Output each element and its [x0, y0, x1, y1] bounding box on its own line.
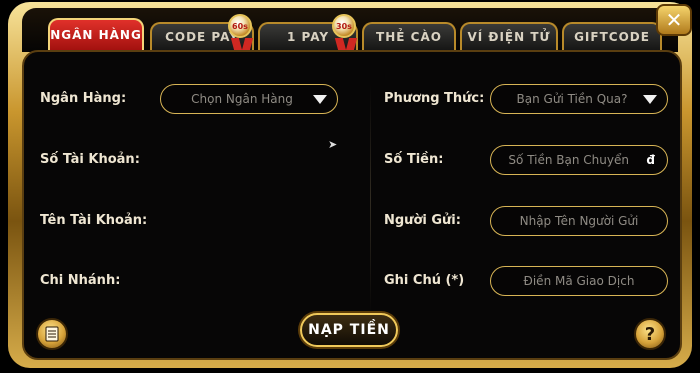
note-input[interactable]: Điền Mã Giao Dịch: [490, 266, 668, 296]
bank-label: Ngân Hàng:: [40, 91, 127, 106]
bank-select-value: Chọn Ngân Hàng: [191, 92, 293, 106]
account-name-label: Tên Tài Khoản:: [40, 213, 148, 228]
question-icon: ?: [644, 323, 656, 345]
document-icon: [45, 326, 59, 342]
mouse-cursor-icon: ➤: [328, 138, 338, 151]
timer-badge-30s: 30s: [332, 14, 356, 38]
note-label: Ghi Chú (*): [384, 273, 465, 288]
submit-label: NẠP TIỀN: [308, 322, 390, 338]
bank-select[interactable]: Chọn Ngân Hàng: [160, 84, 338, 114]
tab-label: CODE PAY: [165, 30, 239, 44]
account-number-label: Số Tài Khoản:: [40, 152, 140, 167]
method-select-value: Bạn Gửi Tiền Qua?: [516, 92, 628, 106]
tab-vi-dien-tu[interactable]: VÍ ĐIỆN TỬ: [460, 22, 558, 50]
sender-label: Người Gửi:: [384, 213, 461, 228]
tab-ngan-hang[interactable]: NGÂN HÀNG: [48, 18, 144, 50]
tab-label: VÍ ĐIỆN TỬ: [467, 30, 551, 44]
history-button[interactable]: [36, 318, 68, 350]
note-placeholder: Điền Mã Giao Dịch: [523, 274, 635, 288]
method-select[interactable]: Bạn Gửi Tiền Qua?: [490, 84, 668, 114]
tab-label: GIFTCODE: [574, 30, 650, 44]
badge-text: 30s: [336, 21, 352, 31]
badge-text: 60s: [232, 21, 248, 31]
tab-label: 1 PAY: [286, 30, 330, 44]
tab-label: THẺ CÀO: [376, 30, 442, 44]
column-divider: [370, 84, 371, 314]
amount-input[interactable]: Số Tiền Bạn Chuyển đ: [490, 145, 668, 175]
sender-input[interactable]: Nhập Tên Người Gửi: [490, 206, 668, 236]
tab-label: NGÂN HÀNG: [50, 28, 142, 42]
branch-label: Chi Nhánh:: [40, 273, 121, 288]
chevron-down-icon: [643, 94, 657, 104]
tab-giftcode[interactable]: GIFTCODE: [562, 22, 662, 50]
close-icon: ✕: [665, 8, 683, 32]
help-button[interactable]: ?: [634, 318, 666, 350]
currency-symbol: đ: [646, 153, 655, 167]
chevron-down-icon: [313, 94, 327, 104]
tab-the-cao[interactable]: THẺ CÀO: [362, 22, 456, 50]
amount-placeholder: Số Tiền Bạn Chuyển: [508, 153, 629, 167]
close-button[interactable]: ✕: [656, 4, 692, 36]
amount-label: Số Tiền:: [384, 152, 444, 167]
timer-badge-60s: 60s: [228, 14, 252, 38]
submit-deposit-button[interactable]: NẠP TIỀN: [300, 313, 398, 347]
method-label: Phương Thức:: [384, 91, 485, 106]
sender-placeholder: Nhập Tên Người Gửi: [519, 214, 639, 228]
